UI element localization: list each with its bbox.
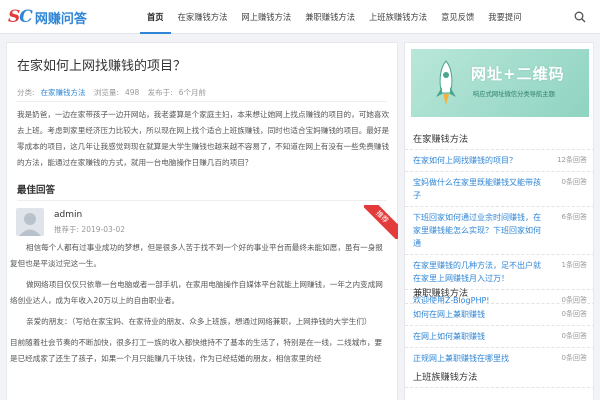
sidebar-question-link[interactable]: 在网上如何兼职赚钱 xyxy=(413,330,545,343)
sidebar-question-link[interactable]: 如何在网上兼职赚钱 xyxy=(413,308,545,321)
views-label: 浏览量: xyxy=(93,88,119,97)
sidebar-question-link[interactable]: 在家里赚钱的几种方法，足不出户就在家里上网赚钱月入过万！ xyxy=(413,259,545,285)
main-nav: 首页 在家赚钱方法 网上赚钱方法 兼职赚钱方法 上班族赚钱方法 意见反馈 我要提… xyxy=(140,0,529,34)
answer-date-value: 2019-03-02 xyxy=(81,225,126,234)
answer-paragraph: 目前随着社会节奏的不断加快，很多打工一族的收入都快维持不了基本的生活了，特别是在… xyxy=(10,338,383,363)
logo-mark: SC xyxy=(8,7,33,27)
sidebar-list-item: 在网上如何兼职赚钱 0条回答 xyxy=(405,325,593,347)
posted-time: 6个月前 xyxy=(178,88,206,97)
nav-item-home[interactable]: 首页 xyxy=(140,0,171,34)
site-header: SC 网赚问答 首页 在家赚钱方法 网上赚钱方法 兼职赚钱方法 上班族赚钱方法 … xyxy=(0,0,600,34)
sidebar-list: 如何在网上兼职赚钱 0条回答 在网上如何兼职赚钱 0条回答 正规网上兼职赚钱在哪… xyxy=(405,303,593,369)
answer-paragraph: 做网络项目仅仅只依靠一台电脑或者一部手机，在家用电脑操作自媒体平台就能上网赚钱，… xyxy=(10,280,383,305)
nav-item-feedback[interactable]: 意见反馈 xyxy=(434,0,481,34)
sidebar-question-link[interactable]: 正规网上兼职赚钱在哪里找 xyxy=(413,352,545,365)
sidebar-list-item xyxy=(405,387,593,400)
nav-item-part-time[interactable]: 兼职赚钱方法 xyxy=(298,0,362,34)
sidebar-section-heading[interactable]: 上班族赚钱方法 xyxy=(413,369,477,383)
posted-label: 发布于: xyxy=(147,88,173,97)
answer-count: 0条回答 xyxy=(561,354,587,362)
answer-count: 0条回答 xyxy=(561,178,587,186)
banner-subtitle: 响应式网址微信分类导航主题 xyxy=(473,91,555,98)
sidebar-list-item: 宝妈做什么在家里既能赚钱又能带孩子 0条回答 xyxy=(405,171,593,206)
nav-item-ask[interactable]: 我要提问 xyxy=(481,0,528,34)
question-body: 我是奶爸，一边在家带孩子一边开网站，我老婆算是个家庭主妇，本来想让她网上找点赚钱… xyxy=(17,110,390,167)
sidebar-list-item: 在家里赚钱的几种方法，足不出户就在家里上网赚钱月入过万！ 1条回答 xyxy=(405,254,593,289)
sidebar-question-link[interactable]: 下班回家如何通过业余时间赚钱，在家里赚钱能怎么实现？下班回家如何通 xyxy=(413,211,545,250)
answer-body: 相信每个人都有过事业成功的梦想，但是很多人苦于找不到一个好的事业平台而最终未能如… xyxy=(10,240,384,372)
site-logo[interactable]: SC 网赚问答 xyxy=(8,7,87,27)
sidebar-section-heading[interactable]: 在家赚钱方法 xyxy=(413,131,468,145)
logo-text: 网赚问答 xyxy=(34,11,87,27)
views-count: 498 xyxy=(124,88,140,97)
answer-count: 6条回答 xyxy=(561,213,587,221)
sidebar-list-item: 正规网上兼职赚钱在哪里找 0条回答 xyxy=(405,347,593,369)
nav-item-office-worker[interactable]: 上班族赚钱方法 xyxy=(362,0,434,34)
banner-title: 网址+二维码 xyxy=(471,65,565,83)
sidebar-list-item: 如何在网上兼职赚钱 0条回答 xyxy=(405,303,593,325)
question-meta: 分类: 在家赚钱方法 浏览量: 498 发布于: 6个月前 xyxy=(17,87,212,98)
sidebar-question-link[interactable]: 宝妈做什么在家里既能赚钱又能带孩子 xyxy=(413,176,545,202)
answer-count: 12条回答 xyxy=(557,156,587,164)
answer-date: 推荐于: 2019-03-02 xyxy=(54,224,125,235)
category-label: 分类: xyxy=(17,88,35,97)
answer-date-label: 推荐于: xyxy=(54,225,80,234)
recommended-badge: 推荐 xyxy=(364,205,398,239)
sidebar-list-item: 下班回家如何通过业余时间赚钱，在家里赚钱能怎么实现？下班回家如何通 6条回答 xyxy=(405,206,593,254)
answer-count: 1条回答 xyxy=(561,261,587,269)
sidebar: 网址+二维码 响应式网址微信分类导航主题 在家赚钱方法 在家如何上网找赚钱的项目… xyxy=(404,42,594,400)
ad-banner[interactable]: 网址+二维码 响应式网址微信分类导航主题 xyxy=(411,49,589,117)
question-title: 在家如何上网找赚钱的项目？ xyxy=(17,59,187,74)
answer-username[interactable]: admin xyxy=(54,210,82,220)
divider xyxy=(17,101,387,102)
nav-item-home-earning[interactable]: 在家赚钱方法 xyxy=(171,0,235,34)
sidebar-list xyxy=(405,387,593,400)
answer-paragraph: 亲爱的朋友：（写给在家宝妈、在家待业的朋友、众多上班族，想通过网络兼职，上网挣钱… xyxy=(26,317,372,326)
rocket-icon xyxy=(436,60,456,105)
divider xyxy=(17,200,387,201)
answer-count: 0条回答 xyxy=(561,310,587,318)
sidebar-section-heading[interactable]: 兼职赚钱方法 xyxy=(413,285,468,299)
search-icon[interactable] xyxy=(574,11,586,23)
recommended-badge-label: 推荐 xyxy=(364,205,398,239)
nav-item-online-earning[interactable]: 网上赚钱方法 xyxy=(234,0,298,34)
sidebar-list-item: 在家如何上网找赚钱的项目？ 12条回答 xyxy=(405,149,593,171)
category-link[interactable]: 在家赚钱方法 xyxy=(41,88,86,97)
best-answer-heading: 最佳回答 xyxy=(17,185,56,196)
answer-paragraph: 相信每个人都有过事业成功的梦想，但是很多人苦于找不到一个好的事业平台而最终未能如… xyxy=(10,243,383,268)
avatar[interactable] xyxy=(16,208,44,236)
sidebar-question-link[interactable]: 在家如何上网找赚钱的项目？ xyxy=(413,154,545,167)
answer-count: 0条回答 xyxy=(561,332,587,340)
